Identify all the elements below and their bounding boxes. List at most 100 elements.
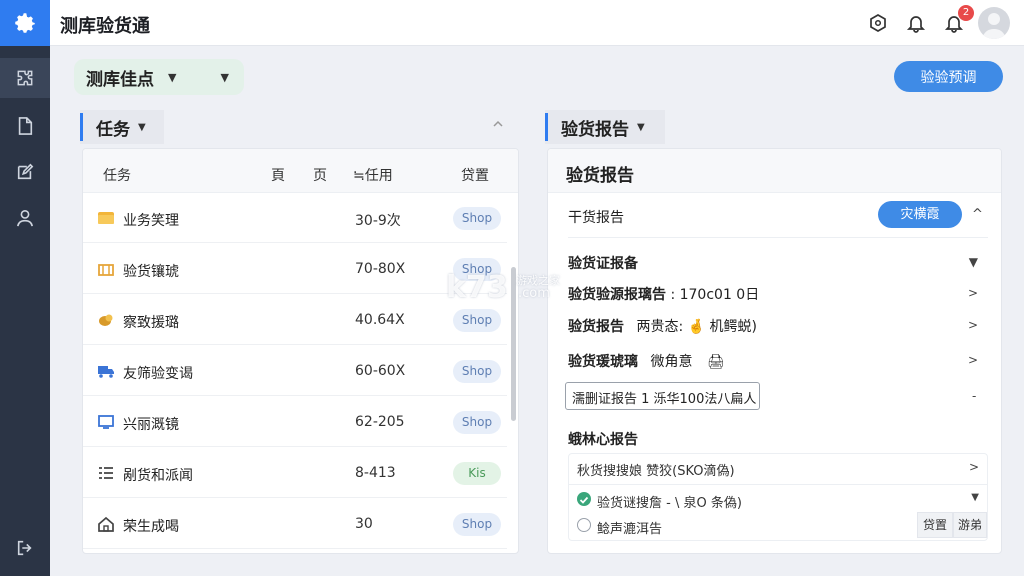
box-icon: [97, 260, 115, 278]
status-badge[interactable]: Shop: [453, 360, 501, 383]
active-indicator: [545, 113, 548, 141]
puzzle-icon: [17, 70, 33, 86]
rail-item-documents[interactable]: [0, 106, 50, 146]
app-title: 测库验货通: [60, 16, 150, 37]
task-value: 70-80X: [355, 261, 406, 277]
task-value: 30-9次: [355, 213, 401, 229]
tab-tasks[interactable]: 任务 ▼: [80, 110, 164, 144]
table-row[interactable]: 兴丽溉镜 62-205 Shop: [83, 397, 507, 447]
task-name: 剐货和派闻: [123, 468, 193, 484]
task-name: 察致援璐: [123, 315, 179, 331]
other-mini-button[interactable]: 游弟: [953, 512, 987, 538]
task-table: 任务 頁 页 ≒任用 贷置 业务笑理 30-9次 Shop 验货镶琥 70-80X Sho…: [82, 148, 519, 554]
status-badge[interactable]: Shop: [453, 411, 501, 434]
column-header-page: 頁: [271, 168, 285, 184]
task-name: 荣生成喝: [123, 519, 179, 535]
radio-icon[interactable]: [577, 518, 591, 532]
table-header: 任务 頁 页 ≒任用 贷置: [83, 149, 518, 193]
coins-icon: [97, 311, 115, 329]
divider: [568, 237, 988, 238]
tab-report[interactable]: 验货报告 ▼: [545, 110, 665, 144]
collapse-icon[interactable]: [492, 118, 504, 130]
top-bar: 测库验货通 2: [50, 0, 1024, 46]
report-item[interactable]: 验货瑗琥璃 微角意 🖨 >: [568, 351, 988, 371]
task-value: 60-60X: [355, 363, 406, 379]
task-name: 验货镶琥: [123, 264, 179, 280]
summary-label: 干货报告: [568, 210, 624, 226]
column-header-page-2: 页: [313, 168, 327, 184]
check-item-done: 验货谜搜詹 - \ 泉O 条偽): [597, 496, 742, 511]
table-row[interactable]: 剐货和派闻 8-413 Kis: [83, 448, 507, 498]
avatar[interactable]: [978, 7, 1010, 39]
task-name: 友筛验变谒: [123, 366, 193, 382]
user-avatar-icon: [982, 13, 1006, 39]
report-section-title: 验货报告: [561, 119, 629, 140]
check-circle-icon[interactable]: [577, 492, 591, 506]
center-title: 蛾林心报告: [568, 432, 638, 448]
column-header-task: 任务: [103, 168, 131, 184]
cube-icon: [870, 14, 886, 32]
table-row[interactable]: 察致援璐 40.64X Shop: [83, 295, 507, 345]
table-row[interactable]: 验货镶琥 70-80X Shop: [83, 244, 507, 294]
column-header-usage: ≒任用: [353, 168, 393, 184]
chevron-right-icon: >: [967, 353, 978, 367]
rail-item-edit[interactable]: [0, 152, 50, 192]
highlighted-report-field[interactable]: 濡删证报告 1 泺华100法八扁人: [565, 382, 760, 410]
table-row[interactable]: 业务笑理 30-9次 Shop: [83, 193, 507, 243]
rail-item-plugins[interactable]: [0, 58, 50, 98]
status-badge[interactable]: Kis: [453, 462, 501, 485]
rail-item-logout[interactable]: [0, 528, 50, 568]
group-header[interactable]: 验货证报备 ▼: [568, 253, 988, 273]
report-panel: 验货报告 干货报告 灾横霞 ^ 验货证报备 ▼ 验货验源报璃告 : 170c01…: [547, 148, 1002, 554]
table-row[interactable]: 友筛验变谒 60-60X Shop: [83, 346, 507, 396]
column-header-settings: 贷置: [461, 168, 489, 184]
chevron-up-icon[interactable]: ^: [972, 207, 983, 222]
filter-dropdown[interactable]: 测库佳点 ▼ ▼: [74, 59, 244, 95]
checklist: 秋货搜搜娘 赞狡(SKO滴偽) > 验货谜搜詹 - \ 泉O 条偽) ▼ 鲶声漉…: [568, 453, 988, 541]
home-icon: [97, 515, 115, 533]
report-item-value: 两贵态: 🤞 机鳄蜕): [636, 319, 757, 335]
center-header: 蛾林心报告: [568, 429, 988, 449]
task-value: 62-205: [355, 414, 405, 430]
settings-mini-button[interactable]: 贷置: [917, 512, 953, 538]
cube-button[interactable]: [866, 11, 890, 35]
task-name: 兴丽溉镜: [123, 417, 179, 433]
rail-item-profile[interactable]: [0, 198, 50, 238]
report-item-label: 验货报告: [568, 319, 624, 335]
notification-badge: 2: [958, 5, 974, 21]
watermark-domain: .com: [518, 286, 550, 301]
edit-icon: [17, 163, 34, 180]
checklist-header: 秋货搜搜娘 赞狡(SKO滴偽): [577, 464, 735, 479]
report-item[interactable]: 验货验源报璃告 : 170c01 0日 >: [568, 284, 988, 304]
folder-icon: [97, 209, 115, 227]
settings-logo-button[interactable]: [0, 0, 50, 46]
logout-icon: [17, 540, 32, 556]
summary-button[interactable]: 灾横霞: [878, 201, 962, 228]
monitor-icon: [97, 413, 115, 431]
status-badge[interactable]: Shop: [453, 309, 501, 332]
report-item-label: 验货瑗琥璃: [568, 354, 638, 370]
gear-icon: [15, 13, 35, 33]
task-value: 8-413: [355, 465, 396, 481]
report-item-label: 验货验源报璃告: [568, 287, 666, 303]
alerts-button[interactable]: [904, 11, 928, 35]
status-badge[interactable]: Shop: [453, 207, 501, 230]
table-row[interactable]: 荣生成喝 30 Shop: [83, 499, 507, 549]
dash-icon[interactable]: -: [972, 389, 976, 403]
check-item-open: 鲶声漉洱告: [597, 522, 663, 537]
status-badge[interactable]: Shop: [453, 513, 501, 536]
document-icon: [18, 117, 33, 135]
chevron-down-icon[interactable]: ▼: [220, 71, 228, 84]
chevron-down-icon: ▼: [138, 121, 146, 133]
filter-label: 测库佳点: [86, 69, 154, 90]
user-icon: [17, 209, 33, 227]
chevron-right-icon: >: [967, 318, 978, 332]
divider: [569, 484, 987, 485]
report-item[interactable]: 验货报告 两贵态: 🤞 机鳄蜕) >: [568, 316, 988, 336]
primary-action-button[interactable]: 验验预调: [894, 61, 1003, 92]
list-icon: [97, 464, 115, 482]
task-value: 30: [355, 516, 373, 532]
chevron-down-icon[interactable]: ▼: [971, 492, 979, 503]
chevron-right-icon: >: [967, 286, 978, 300]
chevron-right-icon[interactable]: >: [969, 460, 979, 474]
